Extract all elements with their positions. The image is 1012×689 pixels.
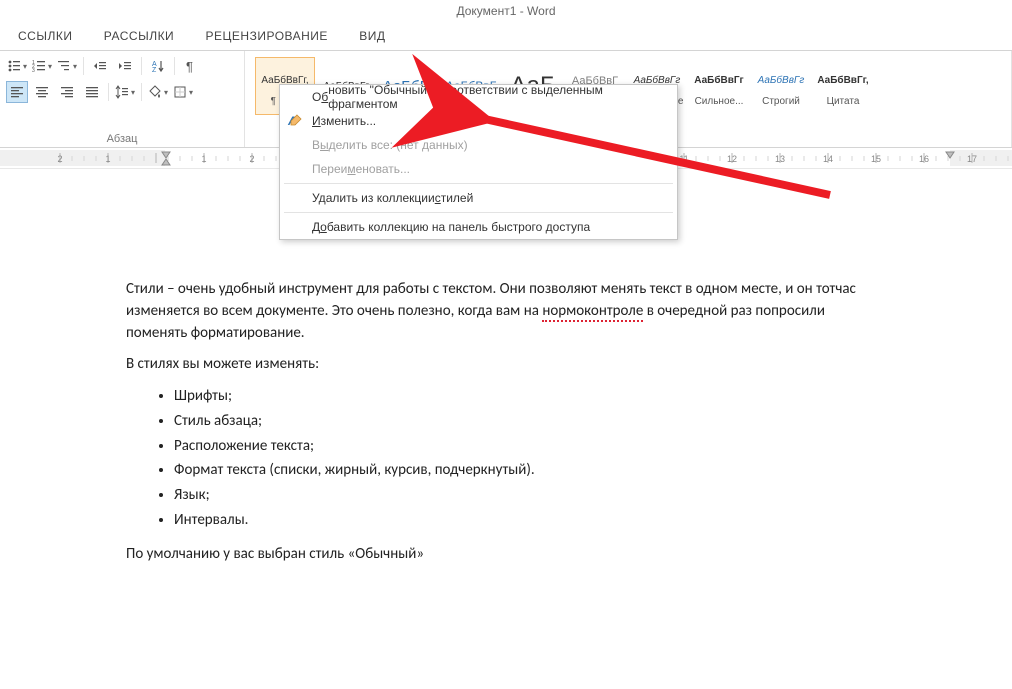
list-item: Шрифты; [174, 386, 886, 408]
ctx-select-all: Выделить все: (нет данных) [280, 133, 677, 157]
list-item: Стиль абзаца; [174, 411, 886, 433]
line-spacing-button[interactable] [114, 81, 136, 103]
list-item: Формат текста (списки, жирный, курсив, п… [174, 460, 886, 482]
decrease-indent-button[interactable] [89, 55, 111, 77]
body-paragraph: Стили – очень удобный инструмент для раб… [126, 279, 886, 344]
modify-icon: A [286, 112, 304, 130]
paragraph-group: 123 AZ ¶ Абзац [0, 51, 245, 147]
style-tile-7[interactable]: АаБбВвГгСильное... [689, 57, 749, 115]
align-center-button[interactable] [31, 81, 53, 103]
svg-text:A: A [152, 61, 157, 68]
style-context-menu: Обновить "Обычный" в соответствии с выде… [279, 84, 678, 240]
separator [284, 212, 673, 213]
ctx-update-to-match[interactable]: Обновить "Обычный" в соответствии с выде… [280, 85, 677, 109]
shading-button[interactable] [147, 81, 169, 103]
svg-text:Z: Z [152, 67, 157, 73]
svg-text:2: 2 [249, 154, 254, 164]
spellcheck-error[interactable]: нормоконтроле [542, 302, 643, 322]
style-name: Цитата [827, 96, 860, 107]
style-tile-8[interactable]: АаБбВвГгСтрогий [751, 57, 811, 115]
body-paragraph: По умолчанию у вас выбран стиль «Обычный… [126, 544, 886, 566]
list-item: Язык; [174, 485, 886, 507]
tab-view[interactable]: ВИД [359, 22, 385, 50]
separator [83, 57, 84, 75]
paragraph-group-label: Абзац [6, 131, 238, 145]
bullet-list: Шрифты; Стиль абзаца; Расположение текста;… [126, 386, 886, 532]
style-preview: АаБбВвГг [758, 66, 805, 96]
svg-text:14: 14 [823, 154, 833, 164]
ctx-add-to-qat[interactable]: Добавить коллекцию на панель быстрого до… [280, 215, 677, 239]
multilevel-list-button[interactable] [56, 55, 78, 77]
separator [141, 57, 142, 75]
window-title: Документ1 - Word [0, 0, 1012, 22]
separator [108, 83, 109, 101]
style-name: Строгий [762, 96, 800, 107]
align-left-button[interactable] [6, 81, 28, 103]
svg-text:12: 12 [727, 154, 737, 164]
separator [284, 183, 673, 184]
svg-text:1: 1 [201, 154, 206, 164]
separator [174, 57, 175, 75]
numbering-button[interactable]: 123 [31, 55, 53, 77]
svg-text:A: A [287, 114, 297, 128]
style-preview: АаБбВвГг, [817, 66, 868, 96]
svg-text:15: 15 [871, 154, 881, 164]
tab-review[interactable]: РЕЦЕНЗИРОВАНИЕ [206, 22, 328, 50]
separator [141, 83, 142, 101]
list-item: Расположение текста; [174, 436, 886, 458]
svg-text:3: 3 [32, 68, 35, 73]
tab-links[interactable]: ССЫЛКИ [18, 22, 72, 50]
style-name: Сильное... [695, 96, 744, 107]
style-preview: АаБбВвГг [694, 66, 743, 96]
tab-mailings[interactable]: РАССЫЛКИ [104, 22, 174, 50]
svg-text:1: 1 [32, 60, 35, 66]
ctx-modify[interactable]: A Изменить... [280, 109, 677, 133]
ctx-remove-from-gallery[interactable]: Удалить из коллекции стилей [280, 186, 677, 210]
bullets-button[interactable] [6, 55, 28, 77]
body-paragraph: В стилях вы можете изменять: [126, 354, 886, 376]
svg-text:16: 16 [919, 154, 929, 164]
svg-text:¶: ¶ [186, 59, 193, 73]
list-item: Интервалы. [174, 510, 886, 532]
svg-text:13: 13 [775, 154, 785, 164]
ribbon-tabs: ССЫЛКИ РАССЫЛКИ РЕЦЕНЗИРОВАНИЕ ВИД [0, 22, 1012, 51]
sort-button[interactable]: AZ [147, 55, 169, 77]
ctx-rename: Переименовать... [280, 157, 677, 181]
show-marks-button[interactable]: ¶ [180, 55, 202, 77]
align-justify-button[interactable] [81, 81, 103, 103]
borders-button[interactable] [172, 81, 194, 103]
svg-text:2: 2 [32, 64, 35, 70]
increase-indent-button[interactable] [114, 55, 136, 77]
align-right-button[interactable] [56, 81, 78, 103]
svg-text:11: 11 [679, 154, 688, 164]
style-tile-9[interactable]: АаБбВвГг,Цитата [813, 57, 873, 115]
